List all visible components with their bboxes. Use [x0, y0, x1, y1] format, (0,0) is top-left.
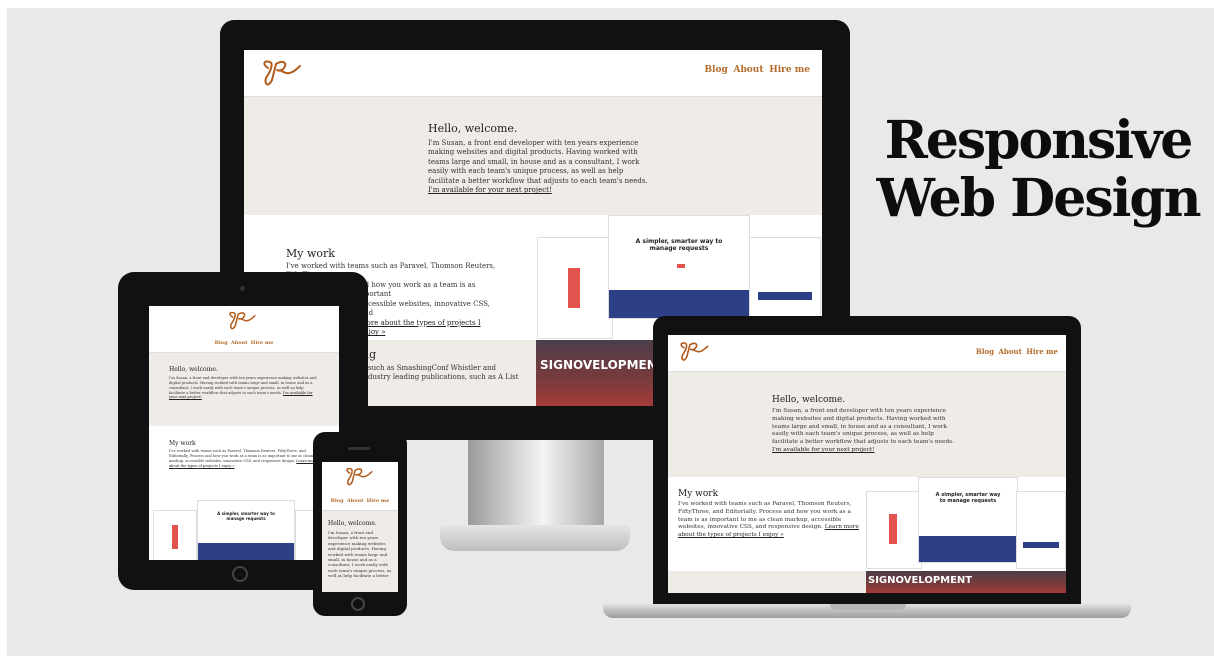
tablet-work-section: My work I've worked with teams such as P…	[149, 426, 339, 560]
laptop-screen: Blog About Hire me Hello, welcome. I'm S…	[668, 335, 1066, 593]
phone-site-nav: Blog About Hire me	[322, 498, 398, 504]
laptop-thumb-main: A simpler, smarter way to manage request…	[918, 477, 1018, 563]
phone-nav-blog[interactable]: Blog	[331, 498, 344, 504]
thumb-title: A simpler, smarter way to manage request…	[635, 238, 723, 252]
laptop-notch	[830, 604, 906, 610]
phone-speaker	[348, 447, 370, 450]
phone-nav-about[interactable]: About	[347, 498, 364, 504]
tablet-thumb-blue	[198, 543, 294, 560]
tablet-screen: Blog About Hire me Hello, welcome. I'm S…	[149, 306, 339, 560]
laptop-nav-blog[interactable]: Blog	[976, 347, 994, 356]
laptop-site-header: Blog About Hire me	[668, 335, 1066, 372]
laptop-nav-hire[interactable]: Hire me	[1026, 347, 1058, 356]
tablet-thumb-red	[172, 525, 178, 549]
thumb-blue-band	[609, 290, 749, 318]
tablet-nav-blog[interactable]: Blog	[215, 340, 228, 346]
laptop-hero-intro: I'm Susan, a front end developer with te…	[772, 408, 954, 454]
phone-screen: Blog About Hire me Hello, welcome. I'm S…	[322, 462, 398, 592]
tablet-hero-intro: I'm Susan, a front end developer with te…	[169, 376, 317, 400]
tablet-nav-hire[interactable]: Hire me	[251, 340, 274, 346]
headline-line-1: Responsive	[884, 110, 1194, 171]
laptop-work-section: My work I've worked with teams such as P…	[668, 477, 1066, 571]
hero-section: Hello, welcome. I'm Susan, a front end d…	[428, 122, 648, 196]
project-thumb-right	[749, 237, 821, 319]
headline-line-2: Web Design	[876, 168, 1201, 229]
hero-title: Hello, welcome.	[428, 122, 518, 135]
phone-home-button	[351, 597, 365, 611]
hero-cta-link[interactable]: I'm available for your next project!	[428, 186, 552, 194]
laptop-thumb-left	[866, 491, 922, 569]
phone-hero-intro: I'm Susan, a front end developer with te…	[328, 530, 392, 579]
tablet-site-header: Blog About Hire me	[149, 306, 339, 353]
work-title: My work	[286, 247, 335, 260]
phone-hero-title: Hello, welcome.	[328, 520, 377, 527]
speaking-text: such as SmashingConf Whistler and dustry…	[368, 364, 519, 382]
thumb-blue-strip	[758, 292, 812, 300]
laptop-hero-cta[interactable]: I'm available for your next project!	[772, 447, 874, 453]
tablet-hero-title: Hello, welcome.	[169, 366, 218, 373]
laptop-thumb-right	[1016, 491, 1066, 569]
project-thumb-main: A simpler, smarter way to manage request…	[608, 215, 750, 319]
tablet-thumb-left	[153, 510, 197, 560]
laptop-hero: Hello, welcome. I'm Susan, a front end d…	[772, 395, 960, 455]
tablet-hero: Hello, welcome. I'm Susan, a front end d…	[169, 366, 319, 400]
site-header: Blog About Hire me	[244, 50, 822, 97]
laptop-banner: SIGNOVELOPMENT	[866, 571, 1066, 593]
monitor-stand	[468, 440, 604, 528]
project-thumb-left	[537, 237, 613, 339]
laptop-nav-about[interactable]: About	[999, 347, 1022, 356]
laptop-thumb-red	[889, 514, 897, 544]
thumb-red-block	[568, 268, 580, 308]
laptop-site-nav: Blog About Hire me	[976, 347, 1058, 356]
tablet-home-button	[232, 566, 248, 582]
laptop-thumb-strip	[1023, 542, 1059, 548]
hero-intro: I'm Susan, a front end developer with te…	[428, 139, 648, 195]
thumb-red-button	[677, 264, 685, 268]
phone-nav-hire[interactable]: Hire me	[367, 498, 390, 504]
phone-hero: Hello, welcome. I'm Susan, a front end d…	[328, 520, 394, 579]
tablet-signature-logo-icon[interactable]	[227, 310, 259, 334]
tablet-work-text: I've worked with teams such as Paravel, …	[169, 449, 318, 468]
banner-text: SIGNOVELOPMENT	[540, 358, 656, 372]
nav-blog-link[interactable]: Blog	[704, 65, 727, 75]
tablet-thumb-main: A simpler, smarter way to manage request…	[197, 500, 295, 560]
laptop-thumb-blue	[919, 536, 1017, 562]
laptop-thumb-title: A simpler, smarter way to manage request…	[935, 492, 1001, 504]
signature-logo-icon[interactable]	[260, 58, 306, 92]
monitor-base	[440, 525, 630, 551]
mockup-stage: Responsive Web Design Blog About Hire me…	[0, 0, 1214, 663]
laptop-work-title: My work	[678, 489, 719, 499]
laptop-work-text: I've worked with teams such as Paravel, …	[678, 501, 859, 539]
tablet-work-title: My work	[169, 440, 196, 447]
headline: Responsive Web Design	[868, 112, 1208, 228]
tablet-nav-about[interactable]: About	[231, 340, 248, 346]
laptop-banner-text: SIGNOVELOPMENT	[868, 575, 973, 586]
tablet-camera	[240, 286, 245, 291]
tablet-thumb-title: A simpler, smarter way to manage request…	[217, 511, 275, 521]
tablet-site-nav: Blog About Hire me	[149, 340, 339, 346]
nav-hire-link[interactable]: Hire me	[769, 65, 810, 75]
laptop-hero-title: Hello, welcome.	[772, 395, 846, 405]
laptop-signature-logo-icon[interactable]	[678, 340, 712, 366]
speaking-banner: SIGNOVELOPMENT	[536, 340, 656, 406]
phone-site-header: Blog About Hire me	[322, 462, 398, 511]
site-nav: Blog About Hire me	[704, 65, 810, 75]
nav-about-link[interactable]: About	[734, 65, 764, 75]
phone-signature-logo-icon[interactable]	[344, 466, 376, 490]
